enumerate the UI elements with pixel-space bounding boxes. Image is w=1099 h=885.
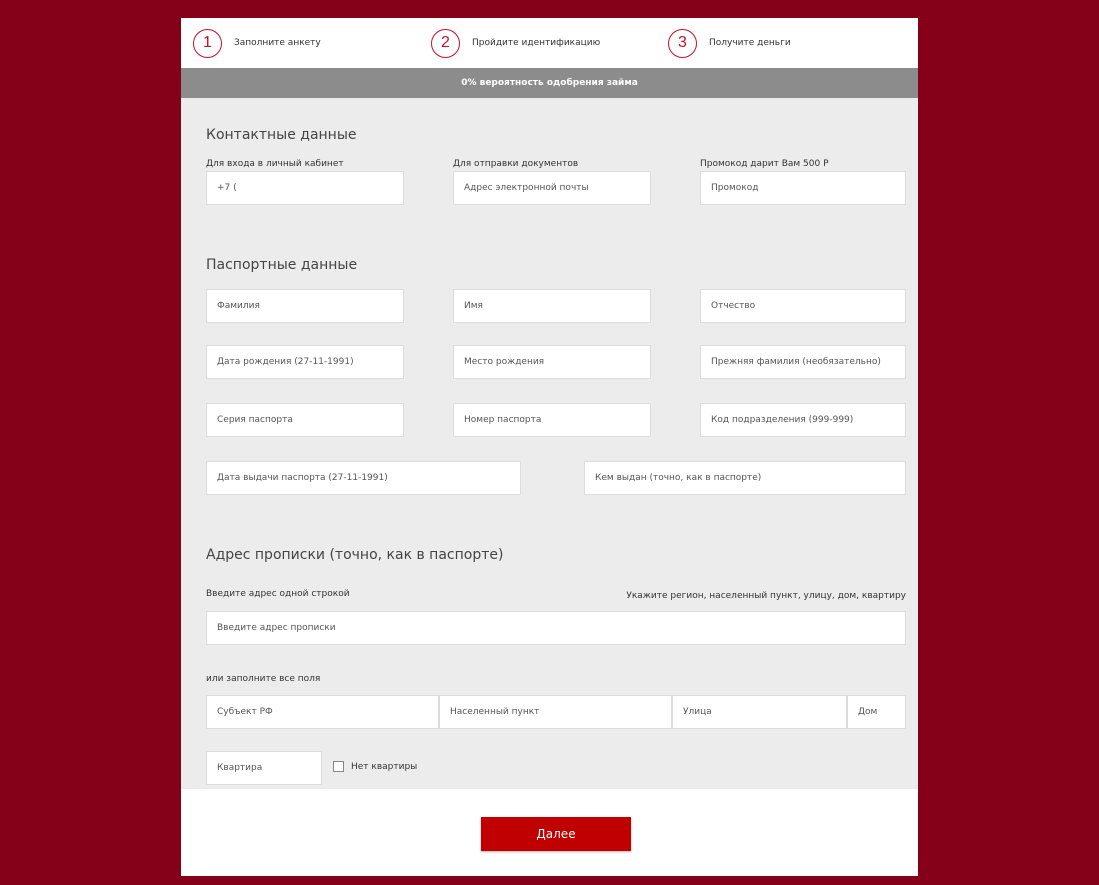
passport-number-field[interactable] [453,403,651,437]
apartment-field[interactable] [206,751,322,785]
passport-series-input[interactable] [217,415,393,425]
house-input[interactable] [858,707,895,717]
region-input[interactable] [217,707,428,717]
division-code-input[interactable] [711,415,895,425]
birth-place-field[interactable] [453,345,651,379]
street-input[interactable] [683,707,836,717]
progress-steps: 1 Заполните анкету 2 Пройдите идентифика… [181,18,918,68]
form-area: Контактные данные Для входа в личный каб… [181,98,918,789]
no-apartment-option[interactable]: Нет квартиры [333,761,417,772]
promo-field[interactable] [700,171,906,205]
step-2-number: 2 [431,28,460,58]
no-apartment-checkbox[interactable] [333,761,344,772]
contacts-section-title: Контактные данные [206,127,357,143]
step-3-number: 3 [668,28,697,58]
prev-surname-field[interactable] [700,345,906,379]
or-fill-all-label: или заполните все поля [206,674,321,684]
name-input[interactable] [464,301,640,311]
patronymic-input[interactable] [711,301,895,311]
step-1: 1 Заполните анкету [193,27,321,59]
no-apartment-label: Нет квартиры [351,761,418,772]
full-address-input[interactable] [217,623,895,633]
region-field[interactable] [206,695,439,729]
step-3-label: Получите деньги [709,38,791,48]
phone-label: Для входа в личный кабинет [206,159,344,169]
address-section-title: Адрес прописки (точно, как в паспорте) [206,547,504,563]
approval-probability-bar: 0% вероятность одобрения займа [181,68,918,98]
phone-input[interactable] [217,183,393,193]
prev-surname-input[interactable] [711,357,895,367]
birth-date-field[interactable] [206,345,404,379]
issue-date-input[interactable] [217,473,510,483]
address-hint: Укажите регион, населенный пункт, улицу,… [626,591,906,601]
house-field[interactable] [847,695,906,729]
name-field[interactable] [453,289,651,323]
phone-field[interactable] [206,171,404,205]
birth-date-input[interactable] [217,357,393,367]
passport-number-input[interactable] [464,415,640,425]
step-1-number: 1 [193,28,222,58]
apartment-input[interactable] [217,763,311,773]
surname-field[interactable] [206,289,404,323]
issued-by-input[interactable] [595,473,895,483]
email-label: Для отправки документов [453,159,579,169]
passport-series-field[interactable] [206,403,404,437]
division-code-field[interactable] [700,403,906,437]
email-field[interactable] [453,171,651,205]
issued-by-field[interactable] [584,461,906,495]
full-address-field[interactable] [206,611,906,645]
promo-input[interactable] [711,183,895,193]
promo-label: Промокод дарит Вам 500 Р [700,159,829,169]
passport-section-title: Паспортные данные [206,257,358,273]
birth-place-input[interactable] [464,357,640,367]
step-2: 2 Пройдите идентификацию [431,27,600,59]
one-line-address-label: Введите адрес одной строкой [206,589,350,599]
surname-input[interactable] [217,301,393,311]
step-2-label: Пройдите идентификацию [472,38,601,48]
application-form-card: 1 Заполните анкету 2 Пройдите идентифика… [181,18,918,876]
street-field[interactable] [672,695,847,729]
step-1-label: Заполните анкету [234,38,321,48]
next-button[interactable]: Далее [481,817,631,851]
locality-field[interactable] [439,695,672,729]
step-3: 3 Получите деньги [668,27,791,59]
locality-input[interactable] [450,707,661,717]
issue-date-field[interactable] [206,461,521,495]
email-input[interactable] [464,183,640,193]
patronymic-field[interactable] [700,289,906,323]
